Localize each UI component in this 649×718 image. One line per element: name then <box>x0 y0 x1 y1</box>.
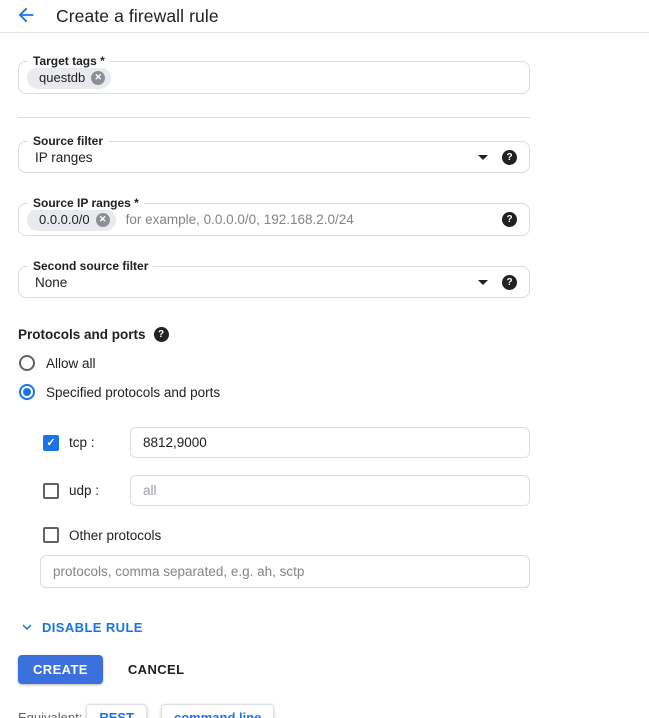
disable-rule-toggle[interactable]: DISABLE RULE <box>18 618 530 636</box>
page-header: Create a firewall rule <box>0 0 649 33</box>
tcp-row: tcp : <box>18 427 530 458</box>
source-filter-help-icon[interactable] <box>502 150 517 165</box>
second-source-filter-select[interactable]: Second source filter None <box>18 266 530 298</box>
section-divider <box>18 117 530 118</box>
target-tags-field[interactable]: Target tags * questdb <box>18 61 530 94</box>
remove-tag-icon[interactable] <box>91 71 105 85</box>
udp-checkbox[interactable] <box>43 483 59 499</box>
source-ip-chip: 0.0.0.0/0 <box>27 209 116 231</box>
udp-label: udp : <box>69 483 130 498</box>
other-protocols-input[interactable] <box>40 555 530 588</box>
dropdown-caret-icon[interactable] <box>478 155 488 160</box>
disable-rule-label: DISABLE RULE <box>42 620 143 635</box>
other-protocols-input-wrap <box>18 555 530 588</box>
cancel-button[interactable]: CANCEL <box>128 662 185 677</box>
chip-label: 0.0.0.0/0 <box>39 212 90 227</box>
create-button[interactable]: CREATE <box>18 655 103 684</box>
chip-label: questdb <box>39 70 85 85</box>
back-button[interactable] <box>14 3 38 27</box>
source-filter-value: IP ranges <box>27 150 470 165</box>
allow-all-option[interactable]: Allow all <box>18 355 530 371</box>
protocols-and-ports-section: Protocols and ports <box>18 327 530 342</box>
protocols-help-icon[interactable] <box>154 327 169 342</box>
source-ip-ranges-label: Source IP ranges * <box>28 196 144 210</box>
target-tags-label: Target tags * <box>28 54 110 68</box>
second-source-filter-help-icon[interactable] <box>502 275 517 290</box>
equivalent-label: Equivalent: <box>18 710 82 718</box>
dropdown-caret-icon[interactable] <box>478 280 488 285</box>
second-source-filter-label: Second source filter <box>28 259 153 273</box>
source-ip-ranges-field[interactable]: Source IP ranges * 0.0.0.0/0 for example… <box>18 203 530 236</box>
source-ip-help-icon[interactable] <box>502 212 517 227</box>
other-protocols-checkbox[interactable] <box>43 527 59 543</box>
source-filter-select[interactable]: Source filter IP ranges <box>18 141 530 173</box>
page-title: Create a firewall rule <box>56 6 219 27</box>
form-actions: CREATE CANCEL <box>18 655 530 684</box>
specified-protocols-option[interactable]: Specified protocols and ports <box>18 384 530 400</box>
chevron-down-icon <box>18 618 36 636</box>
firewall-rule-form: Target tags * questdb Source filter IP r… <box>18 61 530 718</box>
radio-selected-icon[interactable] <box>19 384 35 400</box>
allow-all-label: Allow all <box>46 356 96 371</box>
specified-protocols-label: Specified protocols and ports <box>46 385 220 400</box>
target-tag-chip: questdb <box>27 67 111 89</box>
udp-ports-input[interactable] <box>130 475 530 506</box>
other-protocols-label: Other protocols <box>69 528 161 543</box>
radio-unselected-icon[interactable] <box>19 355 35 371</box>
other-protocols-row: Other protocols <box>18 527 530 543</box>
remove-ip-icon[interactable] <box>96 213 110 227</box>
equivalent-command-line-button[interactable]: command line <box>161 704 274 718</box>
tcp-label: tcp : <box>69 435 130 450</box>
create-firewall-rule-page: Create a firewall rule Target tags * que… <box>0 0 649 718</box>
udp-row: udp : <box>18 475 530 506</box>
arrow-back-icon <box>15 4 37 26</box>
equivalent-row: Equivalent: REST command line <box>18 704 530 718</box>
source-ip-placeholder: for example, 0.0.0.0/0, 192.168.2.0/24 <box>126 212 502 227</box>
tcp-ports-input[interactable] <box>130 427 530 458</box>
protocols-heading: Protocols and ports <box>18 327 146 342</box>
equivalent-rest-button[interactable]: REST <box>86 704 147 718</box>
second-source-filter-value: None <box>27 275 470 290</box>
source-filter-label: Source filter <box>28 134 108 148</box>
tcp-checkbox[interactable] <box>43 435 59 451</box>
